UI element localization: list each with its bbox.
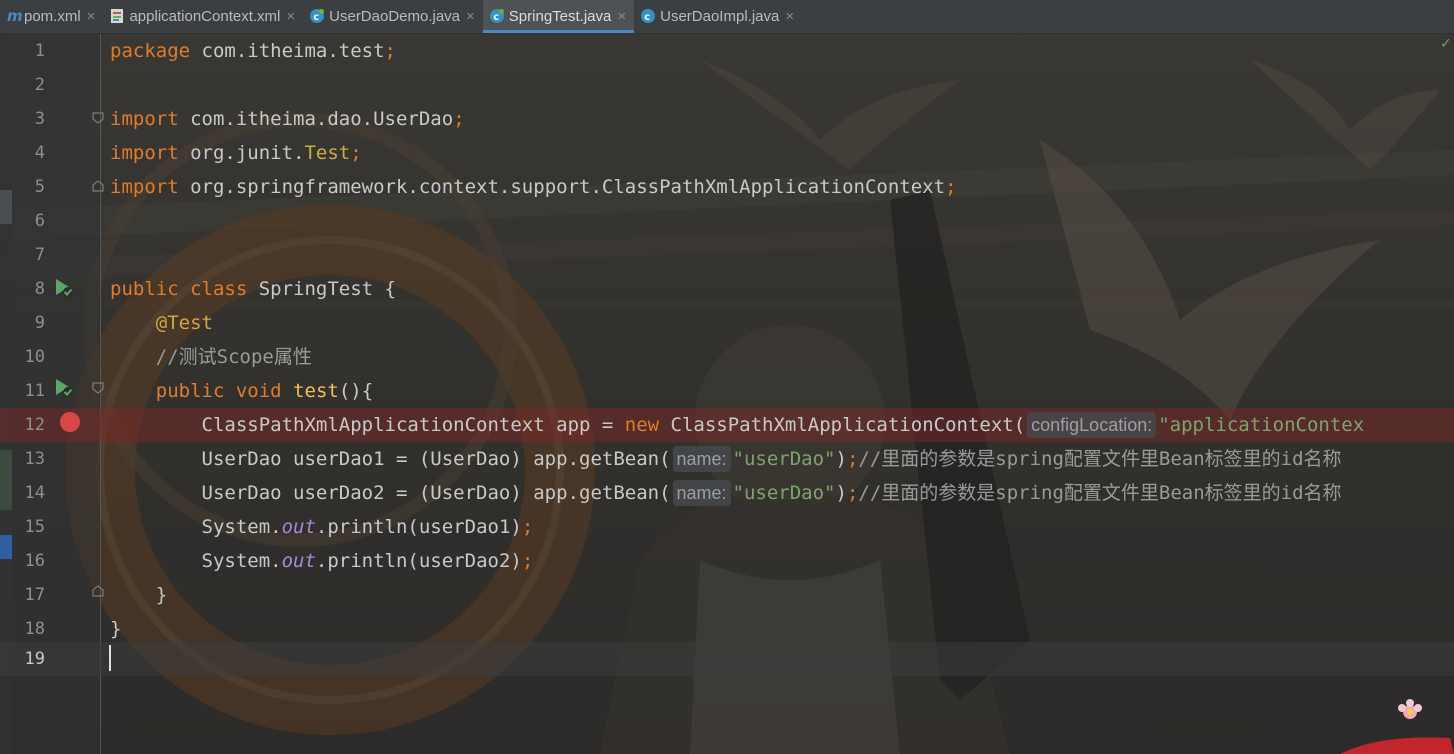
fold-marker-icon[interactable] bbox=[92, 382, 104, 394]
line-number: 4 bbox=[34, 143, 45, 163]
tab-label: pom.xml bbox=[24, 8, 81, 25]
line-number: 16 bbox=[24, 551, 45, 571]
svg-text:m: m bbox=[7, 8, 22, 24]
xml-file-icon bbox=[109, 8, 125, 24]
code-text: } bbox=[110, 618, 122, 640]
code-text: UserDao userDao1 = (UserDao) app.getBean… bbox=[201, 446, 1342, 472]
line-number: 11 bbox=[24, 381, 45, 401]
code-text: ClassPathXmlApplicationContext app = new… bbox=[201, 412, 1365, 438]
tab-label: UserDaoDemo.java bbox=[329, 8, 461, 25]
code-line[interactable]: 10 //测试Scope属性 bbox=[0, 340, 1454, 374]
code-line[interactable]: 11 public void test(){ bbox=[0, 374, 1454, 408]
tab-userdaodemo-java[interactable]: c UserDaoDemo.java × bbox=[303, 0, 483, 33]
fold-marker-icon[interactable] bbox=[92, 180, 104, 192]
code-line[interactable]: 15 System.out.println(userDao1); bbox=[0, 510, 1454, 544]
maven-m-icon: m bbox=[6, 7, 23, 25]
code-text: System.out.println(userDao1); bbox=[201, 516, 534, 538]
code-text: import com.itheima.dao.UserDao; bbox=[110, 108, 465, 130]
code-text: } bbox=[155, 584, 168, 606]
code-line[interactable]: 17 } bbox=[0, 578, 1454, 612]
code-line[interactable]: 5 import org.springframework.context.sup… bbox=[0, 170, 1454, 204]
code-line[interactable]: 3 import com.itheima.dao.UserDao; bbox=[0, 102, 1454, 136]
line-number: 5 bbox=[34, 177, 45, 197]
code-text: public void test(){ bbox=[155, 380, 374, 402]
close-icon[interactable]: × bbox=[785, 8, 794, 25]
side-marker bbox=[0, 535, 12, 559]
code-text: import org.junit.Test; bbox=[110, 142, 362, 164]
code-text: //测试Scope属性 bbox=[155, 346, 312, 368]
svg-text:c: c bbox=[313, 12, 319, 23]
fold-marker-icon[interactable] bbox=[92, 585, 104, 597]
line-number: 2 bbox=[34, 75, 45, 95]
java-class-icon: c bbox=[640, 8, 656, 24]
side-marker bbox=[0, 450, 12, 510]
java-class-icon: c bbox=[489, 8, 505, 24]
close-icon[interactable]: × bbox=[87, 8, 96, 25]
line-number: 18 bbox=[24, 619, 45, 639]
tab-pom-xml[interactable]: m pom.xml × bbox=[0, 0, 103, 33]
code-line[interactable]: 7 bbox=[0, 238, 1454, 272]
close-icon[interactable]: × bbox=[617, 8, 626, 25]
tab-label: UserDaoImpl.java bbox=[660, 8, 780, 25]
code-line[interactable]: 14 UserDao userDao2 = (UserDao) app.getB… bbox=[0, 476, 1454, 510]
close-icon[interactable]: × bbox=[466, 8, 475, 25]
tab-applicationcontext-xml[interactable]: applicationContext.xml × bbox=[103, 0, 303, 33]
code-line[interactable]: 6 bbox=[0, 204, 1454, 238]
run-test-icon[interactable] bbox=[53, 277, 75, 299]
code-text: import org.springframework.context.suppo… bbox=[110, 176, 957, 198]
inspection-ok-icon[interactable]: ✓ bbox=[1440, 36, 1452, 52]
breakpoint-icon[interactable] bbox=[60, 412, 80, 432]
code-line[interactable]: 1 package com.itheima.test; bbox=[0, 34, 1454, 68]
line-number: 13 bbox=[24, 449, 45, 469]
line-number: 19 bbox=[24, 649, 45, 669]
code-line[interactable]: 8 public class SpringTest { bbox=[0, 272, 1454, 306]
line-number: 14 bbox=[24, 483, 45, 503]
parameter-hint: name: bbox=[672, 480, 731, 506]
code-line[interactable]: 13 UserDao userDao1 = (UserDao) app.getB… bbox=[0, 442, 1454, 476]
code-text: @Test bbox=[155, 312, 213, 334]
line-number: 10 bbox=[24, 347, 45, 367]
code-line[interactable]: 9 @Test bbox=[0, 306, 1454, 340]
run-test-icon[interactable] bbox=[53, 377, 75, 399]
svg-text:c: c bbox=[493, 12, 499, 23]
fold-marker-icon[interactable] bbox=[92, 112, 104, 124]
line-number: 12 bbox=[24, 415, 45, 435]
code-text: UserDao userDao2 = (UserDao) app.getBean… bbox=[201, 480, 1342, 506]
code-text: System.out.println(userDao2); bbox=[201, 550, 534, 572]
line-number: 6 bbox=[34, 211, 45, 231]
editor-tab-bar: m pom.xml × applicationContext.xml × c U… bbox=[0, 0, 1454, 34]
parameter-hint: name: bbox=[672, 446, 731, 472]
line-number: 3 bbox=[34, 109, 45, 129]
code-text: public class SpringTest { bbox=[110, 278, 396, 300]
line-number: 15 bbox=[24, 517, 45, 537]
code-line-breakpoint[interactable]: 12 ClassPathXmlApplicationContext app = … bbox=[0, 408, 1454, 442]
code-line[interactable]: 18 } bbox=[0, 612, 1454, 646]
line-number: 1 bbox=[34, 41, 45, 61]
code-line-current[interactable]: 19 bbox=[0, 642, 1454, 676]
line-number: 8 bbox=[34, 279, 45, 299]
tab-springtest-java[interactable]: c SpringTest.java × bbox=[482, 0, 635, 33]
line-number: 9 bbox=[34, 313, 45, 333]
side-marker bbox=[0, 190, 12, 224]
close-icon[interactable]: × bbox=[286, 8, 295, 25]
svg-text:c: c bbox=[644, 12, 650, 23]
flower-decoration-icon bbox=[1340, 699, 1454, 754]
line-number: 17 bbox=[24, 585, 45, 605]
tab-label: SpringTest.java bbox=[508, 8, 612, 25]
line-number: 7 bbox=[34, 245, 45, 265]
text-caret bbox=[109, 645, 111, 671]
java-class-icon: c bbox=[309, 8, 325, 24]
code-text: package com.itheima.test; bbox=[110, 40, 396, 62]
parameter-hint: configLocation: bbox=[1027, 412, 1157, 438]
code-line[interactable]: 16 System.out.println(userDao2); bbox=[0, 544, 1454, 578]
code-line[interactable]: 4 import org.junit.Test; bbox=[0, 136, 1454, 170]
code-line[interactable]: 2 bbox=[0, 68, 1454, 102]
tab-userdaoimpl-java[interactable]: c UserDaoImpl.java × bbox=[634, 0, 802, 33]
tab-label: applicationContext.xml bbox=[129, 8, 281, 25]
